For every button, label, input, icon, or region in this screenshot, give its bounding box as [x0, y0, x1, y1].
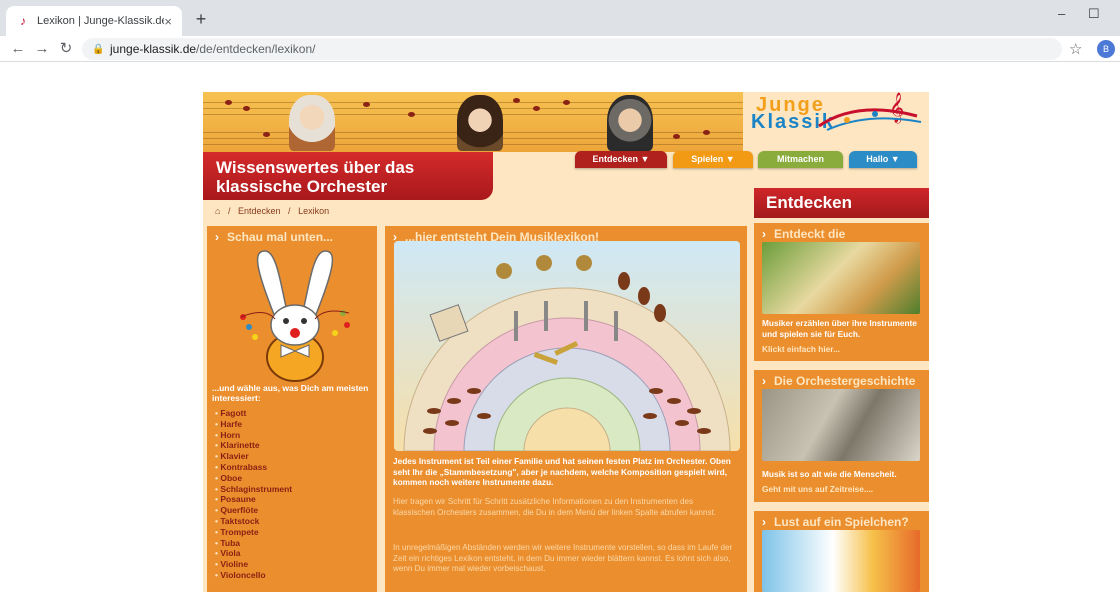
url-host: junge-klassik.de: [110, 42, 197, 56]
browser-toolbar: ← → ↻ 🔒 junge-klassik.de/de/entdecken/le…: [0, 36, 1120, 62]
instrument-link[interactable]: Violoncello: [215, 570, 292, 581]
mozart-portrait: [289, 95, 335, 151]
instrument-link[interactable]: Klavier: [215, 451, 292, 462]
sidebar-header: Entdecken: [754, 188, 929, 218]
logo-swoosh: [818, 108, 922, 131]
browser-tab[interactable]: ♪ Lexikon | Junge-Klassik.de ×: [6, 6, 182, 36]
tab-title: Lexikon | Junge-Klassik.de: [37, 15, 165, 27]
teaser-link[interactable]: Klickt einfach hier...: [762, 344, 922, 354]
minimize-icon[interactable]: –: [1058, 6, 1065, 21]
breadcrumb-entdecken[interactable]: Entdecken: [238, 206, 281, 216]
instrument-link[interactable]: Klarinette: [215, 440, 292, 451]
url-path: /de/entdecken/lexikon/: [196, 42, 316, 56]
back-icon[interactable]: ←: [8, 39, 28, 59]
spielchen-thumbnail-image[interactable]: [762, 530, 920, 592]
forward-icon[interactable]: →: [32, 39, 52, 59]
home-icon[interactable]: ⌂: [215, 206, 220, 216]
lock-icon: 🔒: [92, 44, 105, 55]
teaser-spielchen[interactable]: Lust auf ein Spielchen?: [754, 511, 929, 592]
teaser-orchestergeschichte[interactable]: Die Orchestergeschichte Musik ist so alt…: [754, 370, 929, 502]
instrument-link[interactable]: Harfe: [215, 419, 292, 430]
instrument-link[interactable]: Viola: [215, 548, 292, 559]
bunny-mascot-image: [240, 250, 350, 382]
browser-tabbar: ♪ Lexikon | Junge-Klassik.de × + – ☐: [0, 0, 1120, 36]
teaser-instrumente[interactable]: Entdeckt die Instrumente! Musiker erzähl…: [754, 223, 929, 361]
instrument-link[interactable]: Tuba: [215, 538, 292, 549]
new-tab-button[interactable]: +: [190, 8, 212, 30]
nav-entdecken[interactable]: Entdecken ▼: [575, 151, 667, 168]
brahms-portrait: [607, 95, 653, 151]
tab-close-icon[interactable]: ×: [164, 14, 172, 29]
page-headline: Wissenswertes über das klassische Orches…: [203, 152, 493, 200]
orchestra-seating-image[interactable]: [394, 241, 740, 451]
teaser-title: Lust auf ein Spielchen?: [754, 511, 929, 529]
breadcrumb-lexikon[interactable]: Lexikon: [298, 206, 329, 216]
headline-line-1: Wissenswertes über das: [216, 158, 415, 177]
instrument-link[interactable]: Oboe: [215, 473, 292, 484]
teaser-link[interactable]: Geht mit uns auf Zeitreise....: [762, 484, 922, 494]
instrumente-thumbnail-image[interactable]: [762, 242, 920, 314]
intro-paragraph: Jedes Instrument ist Teil einer Familie …: [393, 456, 731, 487]
bookmark-star-icon[interactable]: ☆: [1069, 40, 1082, 58]
maximize-icon[interactable]: ☐: [1088, 6, 1100, 22]
orchestergeschichte-thumbnail-image[interactable]: [762, 389, 920, 461]
instrument-link[interactable]: Schlaginstrument: [215, 484, 292, 495]
clara-schumann-portrait: [457, 95, 503, 151]
instrument-link[interactable]: Taktstock: [215, 516, 292, 527]
teaser-title: Die Orchestergeschichte: [754, 370, 929, 388]
reload-icon[interactable]: ↻: [56, 39, 76, 59]
instrument-link[interactable]: Horn: [215, 430, 292, 441]
headline-line-2: klassische Orchester: [216, 177, 388, 196]
nav-hallo[interactable]: Hallo ▼: [849, 151, 917, 168]
right-sidebar: Entdecken Entdeckt die Instrumente! Musi…: [754, 188, 929, 592]
instrument-list-intro: ...und wähle aus, was Dich am meisten in…: [212, 383, 369, 403]
instrument-link[interactable]: Violine: [215, 559, 292, 570]
nav-mitmachen[interactable]: Mitmachen: [758, 151, 843, 168]
left-column: Schau mal unten... ...und wähle aus, was…: [207, 226, 377, 592]
header-banner: [203, 92, 743, 152]
instrument-link[interactable]: Querflöte: [215, 505, 292, 516]
nav-spielen[interactable]: Spielen ▼: [673, 151, 753, 168]
left-column-title: Schau mal unten...: [207, 226, 377, 244]
breadcrumb: ⌂ / Entdecken / Lexikon: [215, 206, 334, 216]
instrument-link[interactable]: Fagott: [215, 408, 292, 419]
instrument-list: FagottHarfeHornKlarinetteKlavierKontraba…: [215, 408, 292, 581]
instrument-link[interactable]: Kontrabass: [215, 462, 292, 473]
teaser-text: Musik ist so alt wie die Menscheit.: [762, 469, 897, 479]
address-bar[interactable]: 🔒 junge-klassik.de/de/entdecken/lexikon/: [82, 38, 1062, 60]
page-content: Junge Klassik 𝄞 Wissenswertes über das k…: [203, 92, 929, 592]
instrument-link[interactable]: Posaune: [215, 494, 292, 505]
main-column: ...hier entsteht Dein Musiklexikon!: [385, 226, 747, 592]
breadcrumb-separator: /: [227, 206, 231, 216]
instrument-link[interactable]: Trompete: [215, 527, 292, 538]
info-paragraph: Hier tragen wir Schritt für Schritt zusä…: [393, 497, 717, 517]
breadcrumb-separator: /: [288, 206, 291, 216]
profile-avatar[interactable]: B: [1097, 40, 1115, 58]
site-favicon-icon: ♪: [20, 14, 26, 28]
outlook-paragraph: In unregelmäßigen Abständen werden wir w…: [393, 543, 733, 573]
teaser-text: Musiker erzählen über ihre Instrumente u…: [762, 318, 917, 339]
